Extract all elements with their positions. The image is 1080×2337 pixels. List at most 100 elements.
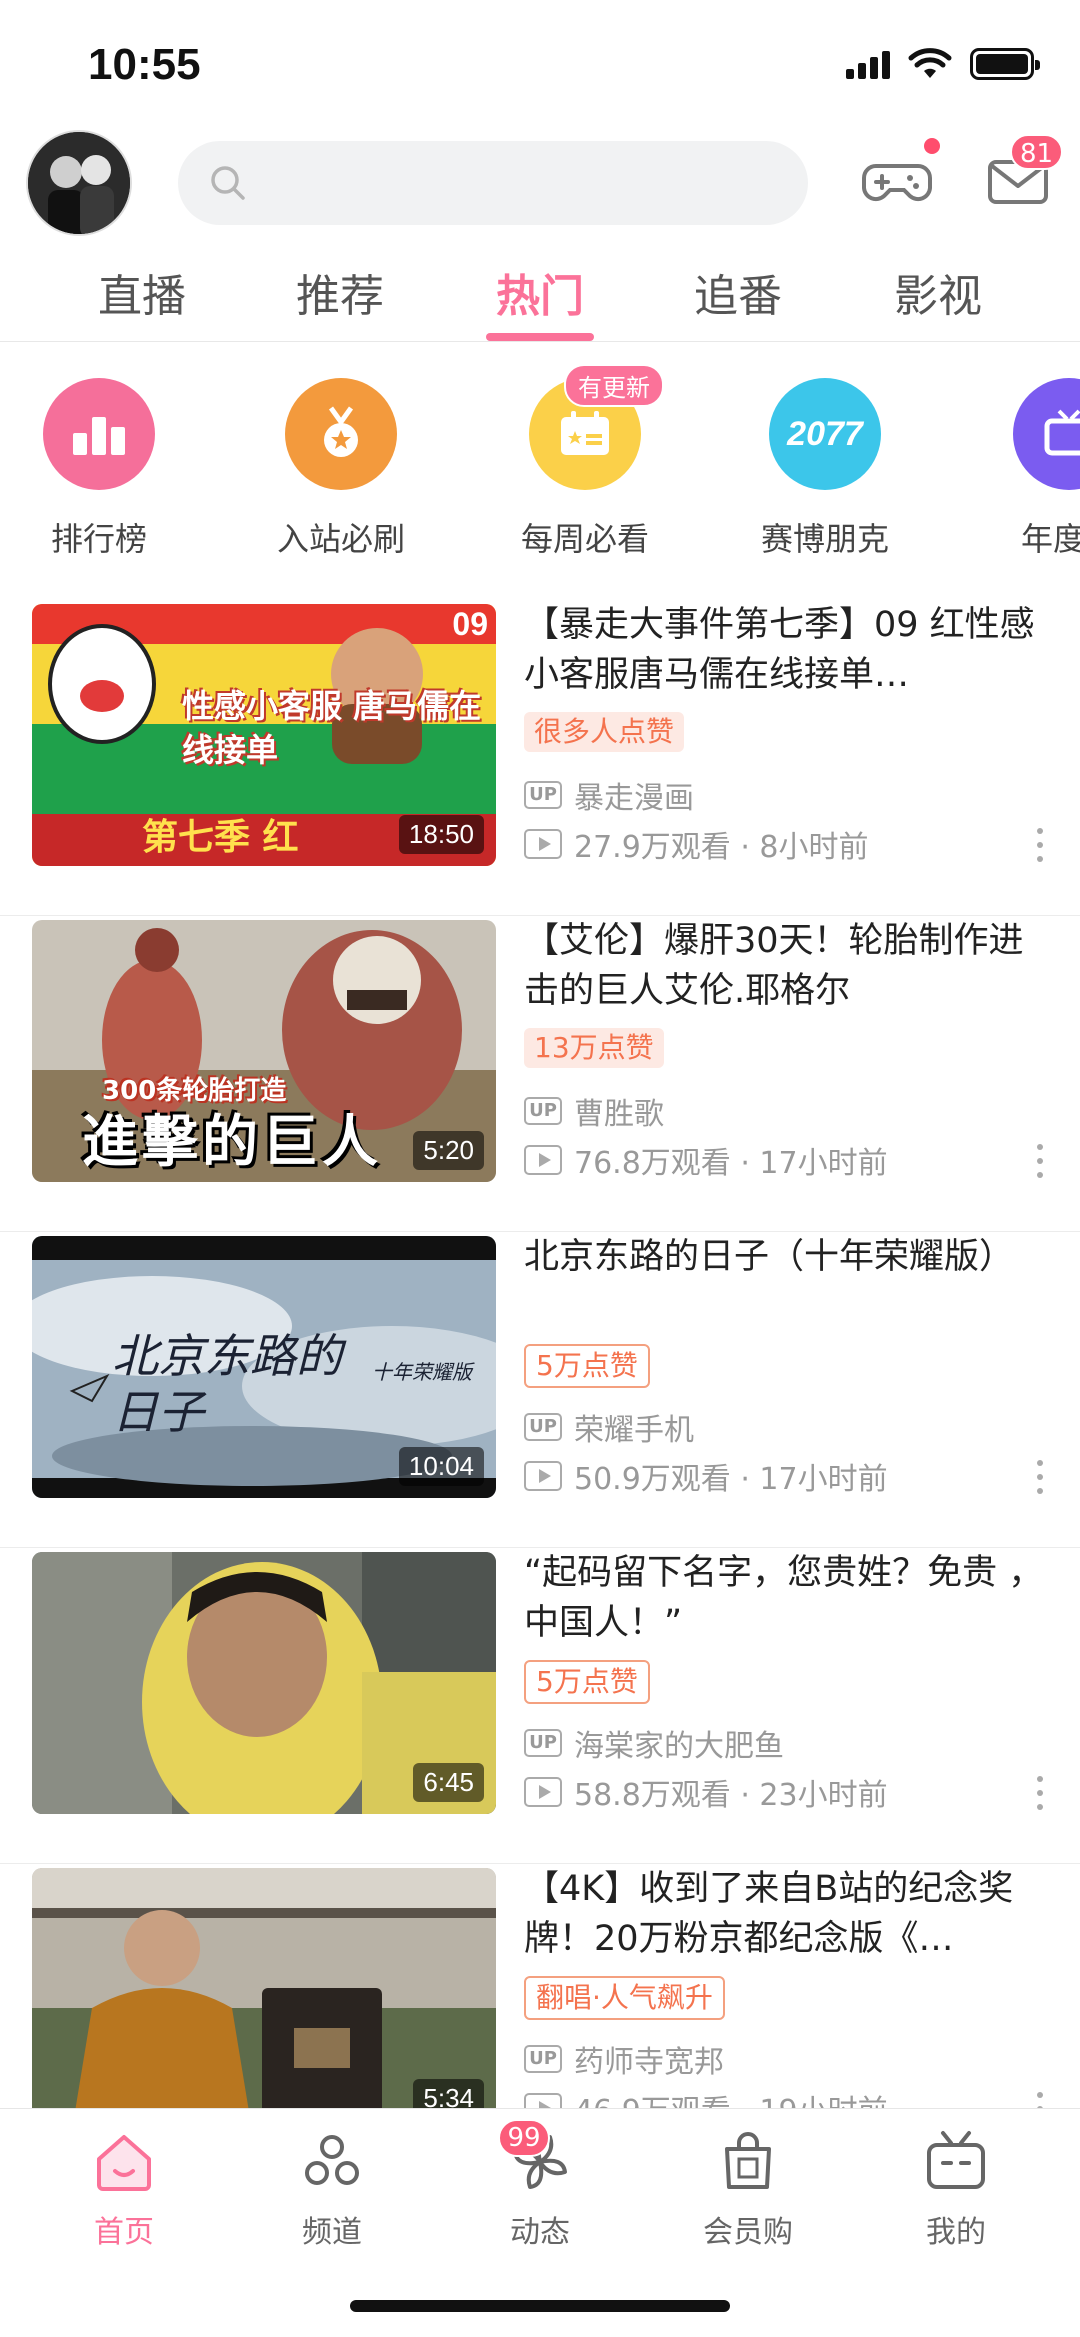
uploader-name: 曹胜歌 <box>574 1097 664 1132</box>
nav-vip-shop[interactable]: 会员购 <box>668 2127 828 2251</box>
tv-face-icon <box>927 2131 985 2189</box>
uploader-name: 暴走漫画 <box>574 781 694 816</box>
medal-icon <box>285 378 397 490</box>
update-badge: 有更新 <box>564 364 664 407</box>
status-bar: 10:55 <box>0 0 1080 130</box>
quick-entry-label: 每周必看 <box>520 520 649 558</box>
video-tag: 很多人点赞 <box>524 712 685 752</box>
video-title[interactable]: 北京东路的日子（十年荣耀版） <box>524 1232 1044 1332</box>
header: 81 <box>0 130 1080 240</box>
tab-active-indicator <box>486 333 594 341</box>
video-uploader[interactable]: UP 药师寺宽邦 <box>524 2037 724 2081</box>
video-title[interactable]: 【暴走大事件第七季】09 红性感小客服唐马儒在线接单… <box>524 600 1044 700</box>
video-uploader[interactable]: UP 暴走漫画 <box>524 773 694 817</box>
video-stats: 76.8万观看 · 17小时前 <box>524 1138 888 1182</box>
nav-home[interactable]: 首页 <box>44 2127 204 2251</box>
video-uploader[interactable]: UP 曹胜歌 <box>524 1089 664 1133</box>
video-thumbnail[interactable]: 5:34 <box>32 1868 496 2130</box>
play-count-icon <box>524 1461 562 1491</box>
ranking-icon <box>43 378 155 490</box>
video-thumbnail[interactable]: 北京东路的日子 十年荣耀版 10:04 <box>32 1236 496 1498</box>
stats-text: 58.8万观看 · 23小时前 <box>574 1778 888 1813</box>
video-card[interactable]: 6:45 “起码留下名字，您贵姓？免贵 ，中国人！” 5万点赞 UP 海棠家的大… <box>0 1548 1080 1864</box>
video-tag: 5万点赞 <box>524 1660 650 1704</box>
tab-film[interactable]: 影视 <box>838 260 1038 324</box>
tab-anime[interactable]: 追番 <box>638 260 838 324</box>
cyberpunk-icon: 2077 <box>769 378 881 490</box>
nav-label: 首页 <box>94 2215 154 2250</box>
thumbnail-text: 性感小客服 唐马儒在线接单 <box>182 687 482 769</box>
nav-channel[interactable]: 频道 <box>252 2127 412 2251</box>
play-count-icon <box>524 1777 562 1807</box>
nav-dynamic[interactable]: 99 动态 <box>460 2119 620 2251</box>
nav-label: 动态 <box>510 2215 570 2250</box>
video-card[interactable]: 北京东路的日子 十年荣耀版 10:04 北京东路的日子（十年荣耀版） 5万点赞 … <box>0 1232 1080 1548</box>
video-title[interactable]: “起码留下名字，您贵姓？免贵 ，中国人！” <box>524 1548 1044 1648</box>
quick-entry-annual[interactable]: 年度动 <box>974 378 1080 560</box>
video-title[interactable]: 【4K】收到了来自B站的纪念奖牌！20万粉京都纪念版《… <box>524 1864 1044 1964</box>
video-thumbnail[interactable]: 性感小客服 唐马儒在线接单 09 第七季 红 18:50 <box>32 604 496 866</box>
nav-label: 我的 <box>926 2215 986 2250</box>
more-options-icon[interactable] <box>1036 1144 1044 1178</box>
quick-entry-label: 赛博朋克 <box>760 520 889 558</box>
video-stats: 27.9万观看 · 8小时前 <box>524 822 869 866</box>
quick-entry-label: 入站必刷 <box>276 520 405 558</box>
video-stats: 58.8万观看 · 23小时前 <box>524 1770 888 1814</box>
video-stats: 50.9万观看 · 17小时前 <box>524 1454 888 1498</box>
video-duration: 6:45 <box>413 1763 484 1802</box>
video-card[interactable]: 300条轮胎打造 進擊的巨人 5:20 【艾伦】爆肝30天！轮胎制作进击的巨人艾… <box>0 916 1080 1232</box>
search-input[interactable] <box>178 141 808 225</box>
quick-entry-label: 年度动 <box>1020 520 1080 558</box>
video-duration: 10:04 <box>398 1447 484 1486</box>
signal-icon <box>846 49 890 79</box>
search-icon <box>211 166 245 200</box>
play-count-icon <box>524 829 562 859</box>
nav-mine[interactable]: 我的 <box>876 2127 1036 2251</box>
video-tag: 13万点赞 <box>524 1028 664 1068</box>
thumbnail-bottom-text: 進擊的巨人 <box>82 1110 382 1175</box>
more-options-icon[interactable] <box>1036 1460 1044 1494</box>
video-duration: 18:50 <box>398 815 484 854</box>
nav-label: 频道 <box>302 2215 362 2250</box>
notification-dot <box>924 138 940 154</box>
stats-text: 27.9万观看 · 8小时前 <box>574 830 869 865</box>
status-time: 10:55 <box>88 40 201 89</box>
up-icon: UP <box>524 781 562 809</box>
video-uploader[interactable]: UP 海棠家的大肥鱼 <box>524 1721 784 1765</box>
quick-entry-cyberpunk[interactable]: 2077 赛博朋克 <box>730 378 920 560</box>
cyberpunk-icon-text: 2077 <box>787 414 863 453</box>
more-options-icon[interactable] <box>1036 1776 1044 1810</box>
tab-live[interactable]: 直播 <box>42 260 242 324</box>
nav-label: 会员购 <box>703 2215 793 2250</box>
home-icon <box>97 2135 151 2191</box>
uploader-name: 荣耀手机 <box>574 1413 694 1448</box>
video-card[interactable]: 性感小客服 唐马儒在线接单 09 第七季 红 18:50 【暴走大事件第七季】0… <box>0 600 1080 916</box>
play-count-icon <box>524 1145 562 1175</box>
video-uploader[interactable]: UP 荣耀手机 <box>524 1405 694 1449</box>
video-tag: 5万点赞 <box>524 1344 650 1388</box>
video-duration: 5:20 <box>413 1131 484 1170</box>
wifi-icon <box>908 48 952 78</box>
tab-recommend[interactable]: 推荐 <box>240 260 440 324</box>
video-thumbnail[interactable]: 6:45 <box>32 1552 496 1814</box>
quick-entry-weekly[interactable]: 有更新 每周必看 <box>490 364 680 560</box>
tab-hot[interactable]: 热门 <box>440 260 640 324</box>
uploader-name: 海棠家的大肥鱼 <box>574 1729 784 1764</box>
thumbnail-bottom-text: 第七季 红 <box>142 817 299 858</box>
shopping-bag-icon <box>725 2132 771 2189</box>
quick-entry-ranking[interactable]: 排行榜 <box>4 378 194 560</box>
thumbnail-text: 北京东路的日子 <box>112 1329 342 1439</box>
more-options-icon[interactable] <box>1036 828 1044 862</box>
avatar[interactable] <box>26 130 132 236</box>
video-thumbnail[interactable]: 300条轮胎打造 進擊的巨人 5:20 <box>32 920 496 1182</box>
mail-badge: 81 <box>1010 134 1064 170</box>
up-icon: UP <box>524 1413 562 1441</box>
quick-entry-must-watch[interactable]: 入站必刷 <box>246 378 436 560</box>
uploader-name: 药师寺宽邦 <box>574 2045 724 2080</box>
gamepad-icon[interactable] <box>860 144 934 218</box>
video-title[interactable]: 【艾伦】爆肝30天！轮胎制作进击的巨人艾伦.耶格尔 <box>524 916 1044 1016</box>
dynamic-badge: 99 <box>498 2119 550 2157</box>
up-icon: UP <box>524 1729 562 1757</box>
home-indicator <box>350 2300 730 2312</box>
stats-text: 76.8万观看 · 17小时前 <box>574 1146 888 1181</box>
